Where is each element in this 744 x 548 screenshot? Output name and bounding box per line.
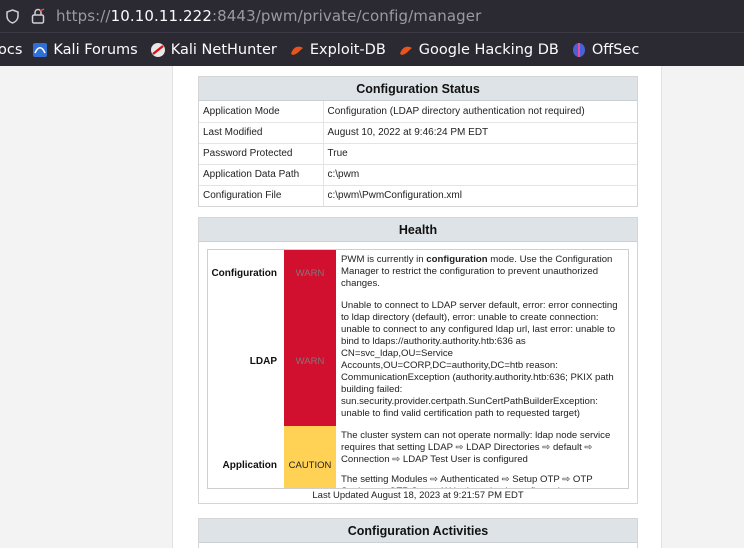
- row-key: Last Modified: [199, 121, 324, 143]
- url-field[interactable]: https://10.10.11.222:8443/pwm/private/co…: [56, 7, 481, 25]
- configuration-status-table: Application Mode Configuration (LDAP dir…: [199, 101, 637, 206]
- bookmark-offsec[interactable]: OffSec: [571, 41, 640, 58]
- url-scheme: https://: [56, 7, 111, 25]
- kali-nethunter-icon: [150, 42, 166, 58]
- health-title: Health: [199, 218, 637, 242]
- health-item-message: Unable to connect to LDAP server default…: [336, 296, 628, 426]
- bookmark-exploit-db[interactable]: Exploit-DB: [289, 42, 386, 58]
- table-row: Application Data Path c:\pwm: [199, 163, 637, 185]
- status-badge: WARN: [284, 296, 336, 426]
- health-item-message: PWM is currently in configuration mode. …: [336, 250, 628, 296]
- exploit-db-icon: [289, 42, 305, 58]
- health-row-application: Application CAUTION The cluster system c…: [208, 426, 628, 488]
- health-item-message: The cluster system can not operate norma…: [336, 426, 628, 488]
- bookmark-kali-forums[interactable]: Kali Forums: [32, 41, 138, 58]
- health-list[interactable]: Configuration WARN PWM is currently in c…: [207, 249, 629, 489]
- table-row: Configuration File c:\pwm\PwmConfigurati…: [199, 184, 637, 206]
- bookmarks-bar: ocs Kali Forums Kali NetHunter Exploit-D…: [0, 32, 744, 66]
- health-item-name: Configuration: [211, 267, 277, 279]
- url-host: 10.10.11.222: [110, 7, 212, 25]
- health-last-updated: Last Updated August 18, 2023 at 9:21:57 …: [312, 490, 524, 501]
- health-message: PWM is currently in configuration mode. …: [341, 254, 613, 289]
- health-message: The cluster system can not operate norma…: [341, 430, 611, 465]
- bookmark-kali-nethunter[interactable]: Kali NetHunter: [150, 42, 277, 58]
- row-key: Application Data Path: [199, 163, 324, 185]
- bookmark-label: Kali Forums: [53, 41, 138, 58]
- bookmark-label: ocs: [0, 41, 23, 58]
- configuration-status-panel: Configuration Status Application Mode Co…: [198, 76, 638, 207]
- configuration-activities-panel: Configuration Activities: [198, 518, 638, 548]
- bookmark-label: Exploit-DB: [309, 41, 386, 58]
- row-key: Password Protected: [199, 142, 324, 164]
- health-row-ldap: LDAP WARN Unable to connect to LDAP serv…: [208, 296, 628, 426]
- offsec-icon: [571, 42, 587, 58]
- status-badge: WARN: [284, 250, 336, 296]
- status-badge: CAUTION: [284, 426, 336, 488]
- kali-forums-icon: [32, 42, 48, 58]
- bookmark-label: OffSec: [591, 41, 640, 58]
- configuration-status-title: Configuration Status: [199, 77, 637, 101]
- bookmark-label: Kali NetHunter: [170, 41, 277, 58]
- row-value: c:\pwm: [323, 163, 637, 185]
- health-panel: Health Configuration WARN PWM is current…: [198, 217, 638, 504]
- bookmark-label: Google Hacking DB: [418, 41, 559, 58]
- row-value: c:\pwm\PwmConfiguration.xml: [323, 184, 637, 206]
- browser-url-bar: https://10.10.11.222:8443/pwm/private/co…: [0, 0, 744, 32]
- health-item-name: Application: [222, 459, 277, 471]
- url-path: :8443/pwm/private/config/manager: [211, 7, 482, 25]
- config-manager-page: Configuration Status Application Mode Co…: [172, 66, 662, 548]
- health-message: The setting Modules ⇨ Authenticated ⇨ Se…: [341, 474, 616, 488]
- bookmark-google-hacking-db[interactable]: Google Hacking DB: [398, 42, 559, 58]
- table-row: Last Modified August 10, 2022 at 9:46:24…: [199, 121, 637, 143]
- bookmark-docs[interactable]: ocs: [0, 42, 22, 58]
- table-row: Password Protected True: [199, 142, 637, 164]
- row-key: Configuration File: [199, 184, 324, 206]
- health-row-configuration: Configuration WARN PWM is currently in c…: [208, 250, 628, 296]
- table-row: Application Mode Configuration (LDAP dir…: [199, 101, 637, 122]
- google-hacking-db-icon: [398, 42, 414, 58]
- health-message: Unable to connect to LDAP server default…: [341, 300, 618, 419]
- row-value: True: [323, 142, 637, 164]
- row-value: Configuration (LDAP directory authentica…: [327, 105, 585, 117]
- row-key: Application Mode: [199, 101, 324, 122]
- shield-icon[interactable]: [4, 8, 20, 24]
- lock-icon[interactable]: [30, 8, 46, 24]
- health-item-name: LDAP: [249, 355, 277, 367]
- configuration-activities-title: Configuration Activities: [199, 519, 637, 543]
- row-value: August 10, 2022 at 9:46:24 PM EDT: [323, 121, 637, 143]
